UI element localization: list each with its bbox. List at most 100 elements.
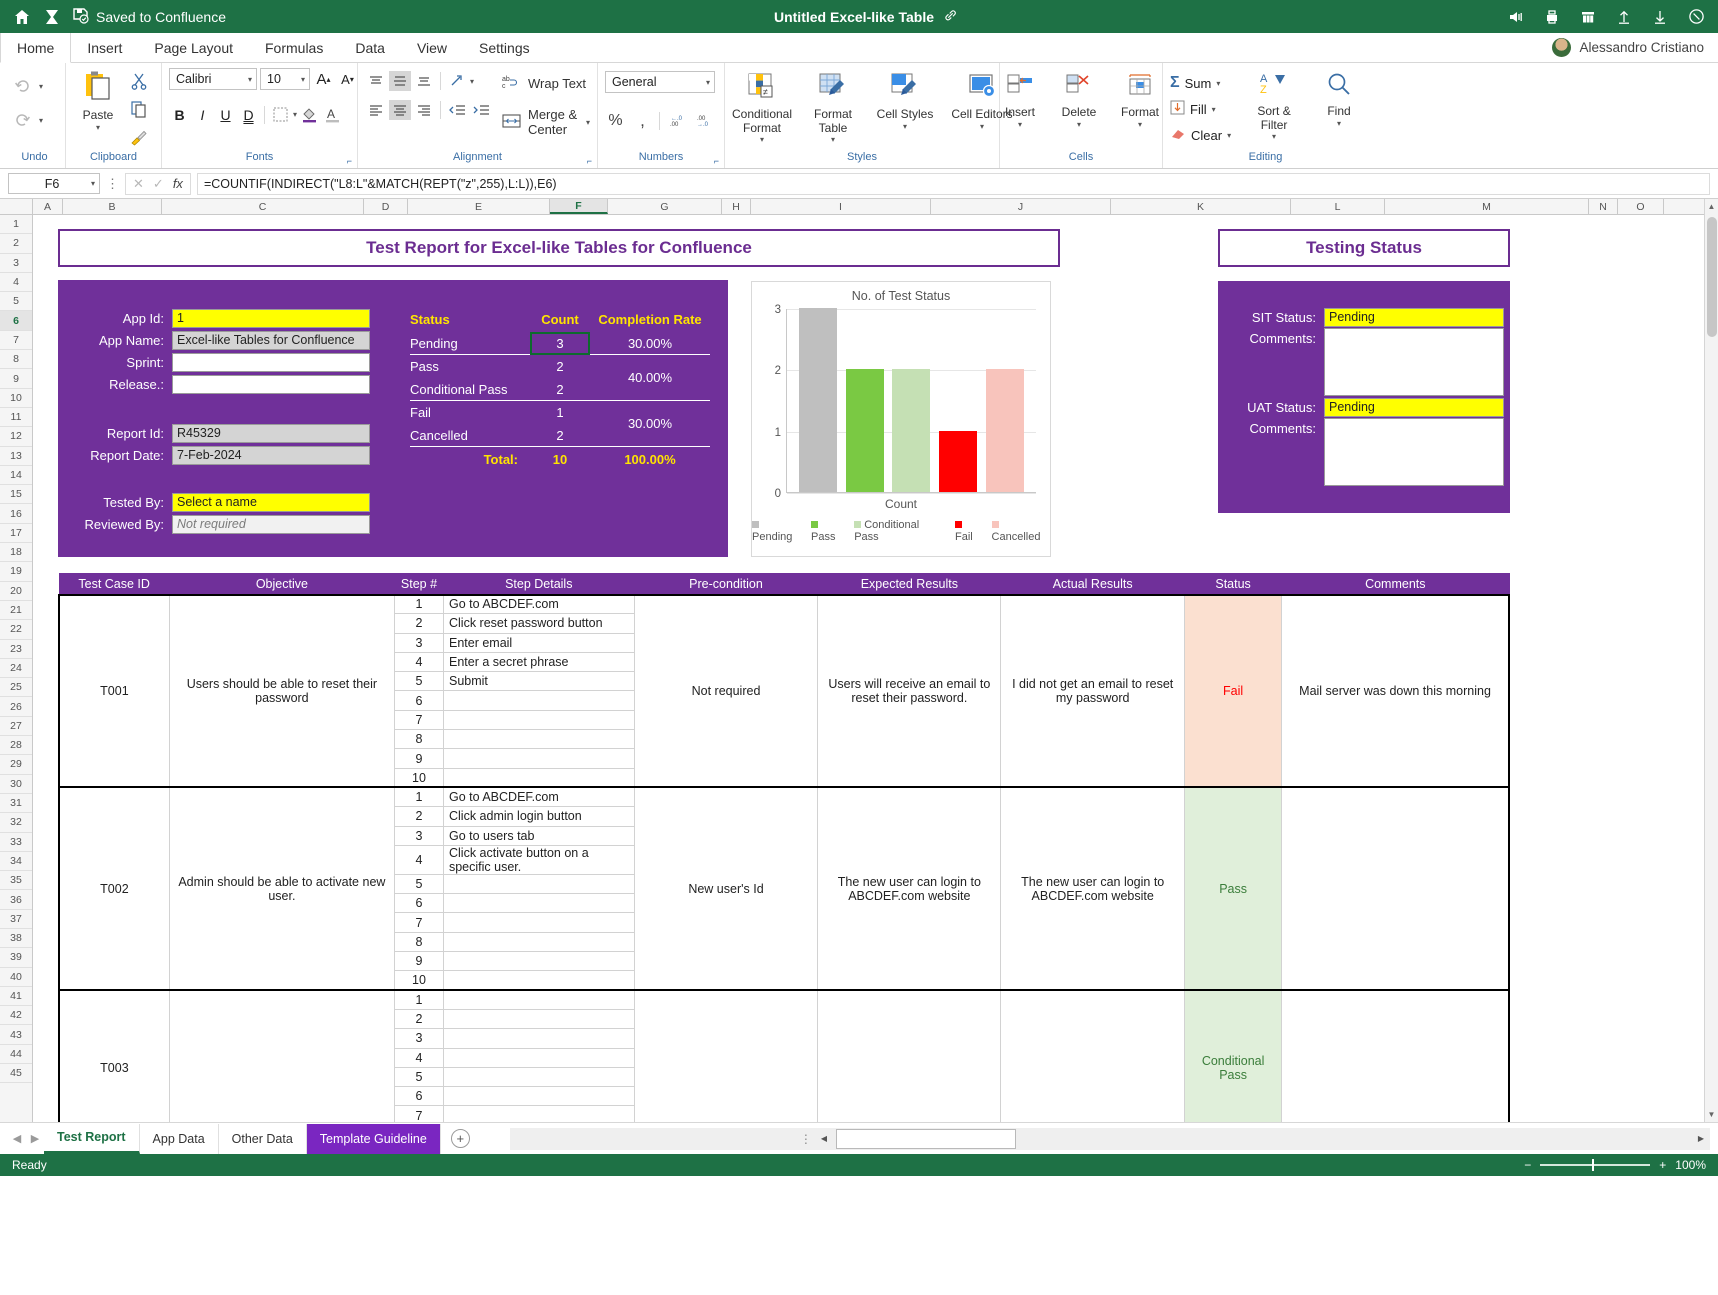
cell-expected-results[interactable]	[818, 990, 1001, 1122]
row-header-33[interactable]: 33	[0, 833, 32, 852]
find-caret-icon[interactable]: ▾	[1337, 119, 1341, 128]
fill-caret-icon[interactable]: ▾	[1212, 105, 1216, 114]
align-top-icon[interactable]	[365, 71, 387, 91]
find-button[interactable]: Find ▾	[1317, 70, 1361, 128]
percent-style-icon[interactable]: %	[605, 110, 626, 131]
col-comments[interactable]: Comments	[1282, 574, 1509, 595]
fill-color-icon[interactable]	[299, 104, 320, 125]
row-header-2[interactable]: 2	[0, 234, 32, 253]
row-header-16[interactable]: 16	[0, 504, 32, 523]
number-format-select[interactable]: General ▾	[605, 71, 715, 93]
increase-font-size-icon[interactable]: A▴	[313, 69, 334, 90]
increase-indent-icon[interactable]	[470, 100, 492, 120]
info-value-sprint[interactable]	[172, 353, 370, 372]
row-header-37[interactable]: 37	[0, 910, 32, 929]
cell-step-details[interactable]: Enter email	[443, 633, 634, 652]
col-step-number[interactable]: Step #	[394, 574, 443, 595]
cell-step-details[interactable]: Click reset password button	[443, 614, 634, 633]
row-header-39[interactable]: 39	[0, 948, 32, 967]
row-header-34[interactable]: 34	[0, 852, 32, 871]
delete-cells-button[interactable]: Delete ▾	[1056, 71, 1102, 129]
cell-step-details[interactable]	[443, 749, 634, 768]
merge-center-button[interactable]: Merge & Center ▾	[502, 107, 590, 137]
summary-count-fail[interactable]: 1	[530, 405, 590, 420]
cell-step-number[interactable]: 10	[394, 768, 443, 787]
vertical-scroll-thumb[interactable]	[1707, 217, 1717, 337]
sit-status-value[interactable]: Pending	[1324, 308, 1504, 327]
col-step-details[interactable]: Step Details	[443, 574, 634, 595]
align-center-icon[interactable]	[389, 100, 411, 120]
cell-test-case-id[interactable]: T002	[59, 787, 169, 990]
cell-step-details[interactable]	[443, 894, 634, 913]
cell-step-details[interactable]	[443, 1106, 634, 1122]
sum-button[interactable]: Σ Sum ▾	[1170, 70, 1231, 96]
cell-step-details[interactable]	[443, 1067, 634, 1086]
cell-step-number[interactable]: 1	[394, 990, 443, 1009]
print-icon[interactable]	[1542, 7, 1562, 27]
row-header-22[interactable]: 22	[0, 620, 32, 639]
row-header-28[interactable]: 28	[0, 736, 32, 755]
cell-test-case-id[interactable]: T003	[59, 990, 169, 1122]
menu-tab-formulas[interactable]: Formulas	[249, 33, 339, 62]
info-value-report-id[interactable]: R45329	[172, 424, 370, 443]
cell-step-number[interactable]: 1	[394, 595, 443, 614]
fonts-dialog-launcher-icon[interactable]: ⌐	[347, 156, 352, 166]
column-header-E[interactable]: E	[408, 199, 550, 214]
menu-tab-page-layout[interactable]: Page Layout	[138, 33, 249, 62]
info-value-release[interactable]	[172, 375, 370, 394]
cell-step-details[interactable]	[443, 1029, 634, 1048]
col-precondition[interactable]: Pre-condition	[634, 574, 818, 595]
cell-step-number[interactable]: 4	[394, 652, 443, 671]
cell-step-number[interactable]: 2	[394, 614, 443, 633]
cell-step-details[interactable]	[443, 952, 634, 971]
row-header-20[interactable]: 20	[0, 582, 32, 601]
cell-step-number[interactable]: 7	[394, 1106, 443, 1122]
cell-step-details[interactable]	[443, 1048, 634, 1067]
cell-step-number[interactable]: 7	[394, 710, 443, 729]
info-value-app-id[interactable]: 1	[172, 309, 370, 328]
cell-step-details[interactable]	[443, 874, 634, 893]
col-test-case-id[interactable]: Test Case ID	[59, 574, 169, 595]
home-icon[interactable]	[12, 7, 32, 27]
cell-step-number[interactable]: 5	[394, 672, 443, 691]
cell-step-number[interactable]: 8	[394, 932, 443, 951]
row-header-42[interactable]: 42	[0, 1006, 32, 1025]
sheet-canvas[interactable]: Test Report for Excel-like Tables for Co…	[33, 215, 1718, 1122]
row-header-25[interactable]: 25	[0, 678, 32, 697]
row-header-21[interactable]: 21	[0, 601, 32, 620]
cell-step-number[interactable]: 2	[394, 807, 443, 826]
row-header-1[interactable]: 1	[0, 215, 32, 234]
cut-icon[interactable]	[128, 70, 150, 92]
cell-objective[interactable]	[169, 990, 394, 1122]
conditional-format-button[interactable]: ≠ Conditional Format ▾	[732, 71, 792, 145]
alignment-dialog-launcher-icon[interactable]: ⌐	[587, 156, 592, 166]
cell-step-details[interactable]: Go to ABCDEF.com	[443, 595, 634, 614]
undo-icon[interactable]	[11, 75, 33, 97]
clear-button[interactable]: Clear ▾	[1170, 122, 1231, 148]
italic-icon[interactable]: I	[192, 104, 213, 125]
horizontal-scrollbar[interactable]: ⋮ ◀ ▶	[510, 1128, 1710, 1150]
zoom-out-icon[interactable]: −	[1524, 1158, 1531, 1172]
column-header-O[interactable]: O	[1618, 199, 1664, 214]
row-header-29[interactable]: 29	[0, 755, 32, 774]
column-header-B[interactable]: B	[63, 199, 162, 214]
increase-decimal-icon[interactable]: ←.0.00	[666, 110, 687, 131]
cell-step-number[interactable]: 7	[394, 913, 443, 932]
next-sheet-icon[interactable]: ▶	[26, 1132, 44, 1145]
row-header-35[interactable]: 35	[0, 871, 32, 890]
menu-tab-view[interactable]: View	[401, 33, 463, 62]
select-all-corner[interactable]	[0, 199, 33, 214]
add-sheet-icon[interactable]: +	[451, 1129, 470, 1148]
table-row[interactable]: T002 Admin should be able to activate ne…	[59, 787, 1509, 806]
merge-caret-icon[interactable]: ▾	[586, 118, 590, 127]
cell-step-number[interactable]: 1	[394, 787, 443, 806]
name-box[interactable]: F6 ▾	[8, 173, 100, 194]
cancel-formula-icon[interactable]: ✕	[133, 176, 144, 192]
paste-caret-icon[interactable]: ▾	[96, 123, 100, 132]
row-header-3[interactable]: 3	[0, 254, 32, 273]
collapse-icon[interactable]	[42, 7, 62, 27]
cell-step-number[interactable]: 2	[394, 1009, 443, 1028]
underline-icon[interactable]: U	[215, 104, 236, 125]
cell-precondition[interactable]: Not required	[634, 595, 818, 788]
row-header-23[interactable]: 23	[0, 640, 32, 659]
